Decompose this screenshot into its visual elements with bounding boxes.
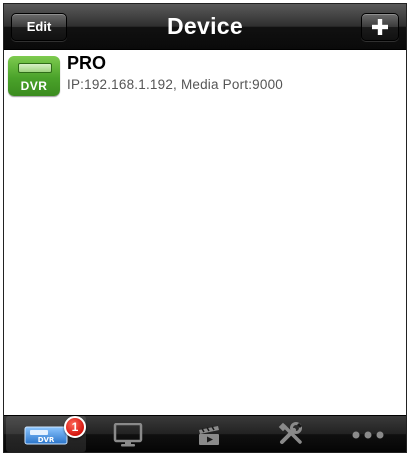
dvr-slot bbox=[18, 63, 52, 73]
dvr-device-icon: DVR bbox=[24, 426, 68, 445]
tab-more[interactable] bbox=[326, 416, 406, 452]
dvr-icon: DVR bbox=[8, 56, 60, 96]
device-info: IP:192.168.1.192, Media Port:9000 bbox=[67, 77, 284, 92]
device-list: DVR PRO IP:192.168.1.192, Media Port:900… bbox=[4, 50, 406, 416]
plus-icon bbox=[372, 19, 388, 35]
more-dots-icon bbox=[352, 431, 384, 439]
app-frame: Device Edit DVR PRO IP:192.168.1.192, Me… bbox=[3, 3, 407, 453]
tab-live-view[interactable] bbox=[86, 416, 166, 452]
tab-bar: DVR 1 bbox=[4, 415, 406, 452]
edit-button[interactable]: Edit bbox=[11, 13, 67, 41]
device-list-item[interactable]: DVR PRO IP:192.168.1.192, Media Port:900… bbox=[4, 50, 406, 102]
dvr-icon-label: DVR bbox=[20, 79, 48, 93]
monitor-icon bbox=[113, 423, 143, 447]
tab-settings[interactable] bbox=[246, 416, 326, 452]
notification-badge: 1 bbox=[64, 416, 86, 438]
tab-playback[interactable] bbox=[166, 416, 246, 452]
video-playback-icon bbox=[199, 426, 219, 445]
navigation-bar: Device Edit bbox=[4, 4, 406, 50]
tools-icon bbox=[278, 422, 303, 444]
device-name: PRO bbox=[67, 53, 107, 73]
add-device-button[interactable] bbox=[361, 13, 399, 41]
dvr-tab-label: DVR bbox=[38, 436, 55, 444]
tab-device-list[interactable]: DVR 1 bbox=[6, 416, 86, 452]
